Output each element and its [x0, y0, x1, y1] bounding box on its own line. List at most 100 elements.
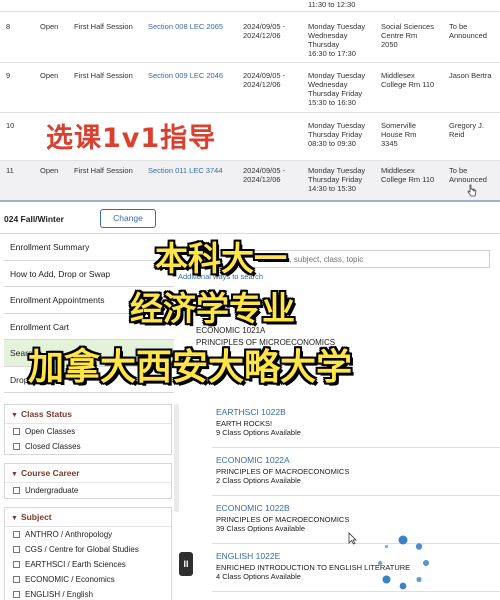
filter-course-career: ▼ Course Career Undergraduate: [4, 463, 172, 499]
list-item[interactable]: ENGLISH 1022E ENRICHED INTRODUCTION TO E…: [212, 544, 500, 592]
caret-down-icon: ▼: [11, 471, 18, 478]
instructor-line: Announced: [449, 31, 487, 40]
filter-option-label: ECONOMIC / Economics: [25, 575, 115, 584]
filter-heading[interactable]: ▼ Course Career: [5, 464, 171, 483]
checkbox-icon[interactable]: [13, 531, 20, 538]
list-item[interactable]: ECONOMIC 1022A PRINCIPLES OF MACROECONOM…: [212, 448, 500, 496]
filter-option-label: Undergraduate: [25, 486, 79, 495]
location-line: Somerville: [381, 121, 417, 130]
instructor-line: Announced: [449, 175, 487, 184]
instructor: Jason Bertra: [449, 71, 492, 80]
filter-option[interactable]: EARTHSCI / Earth Sciences: [5, 557, 171, 572]
filter-class-status: ▼ Class Status Open Classes Closed Classe…: [4, 404, 172, 455]
checkbox-icon[interactable]: [13, 428, 20, 435]
instructor: To be Announced: [449, 22, 487, 40]
days-times: Monday Tuesday Thursday Friday 14:30 to …: [308, 166, 365, 193]
checkbox-icon[interactable]: [13, 443, 20, 450]
filter-heading[interactable]: ▼ Class Status: [5, 405, 171, 424]
date-end: 2024/12/06: [243, 80, 281, 89]
instructor-line: To be: [449, 22, 468, 31]
term-label: 024 Fall/Winter: [4, 214, 64, 224]
checkbox-icon[interactable]: [13, 487, 20, 494]
date-start: 2024/09/05 -: [243, 22, 286, 31]
filter-option-label: CGS / Centre for Global Studies: [25, 545, 139, 554]
filter-option[interactable]: ECONOMIC / Economics: [5, 572, 171, 587]
checkbox-icon[interactable]: [13, 591, 20, 598]
days-line: Monday Tuesday: [308, 166, 366, 175]
days-times: Monday Tuesday Wednesday Thursday Friday…: [308, 71, 365, 107]
section-link[interactable]: Section 009 LEC 2046: [148, 71, 223, 80]
days-line: Monday Tuesday: [308, 22, 366, 31]
filter-option-label: Closed Classes: [25, 442, 81, 451]
days-times: Monday Tuesday Thursday Friday 08:30 to …: [308, 121, 365, 148]
filter-option[interactable]: ANTHRO / Anthropology: [5, 527, 171, 542]
row-number: 9: [6, 71, 11, 80]
change-term-button[interactable]: Change: [100, 209, 156, 228]
filter-option[interactable]: Open Classes: [5, 424, 171, 439]
checkbox-icon[interactable]: [13, 546, 20, 553]
instructor: To be Announced: [449, 166, 487, 184]
location: Somerville House Rm 3345: [381, 121, 416, 148]
time-line: 16:30 to 17:30: [308, 49, 356, 58]
row-number: 11: [6, 166, 14, 175]
days-line: Thursday: [308, 40, 340, 49]
filter-heading-label: Class Status: [20, 409, 72, 419]
collapse-handle-icon[interactable]: II: [179, 552, 193, 576]
checkbox-icon[interactable]: [13, 561, 20, 568]
filter-scrollbar[interactable]: [174, 404, 179, 512]
loading-spinner-icon: [377, 535, 429, 590]
days-line: Thursday Friday: [308, 89, 363, 98]
filter-heading[interactable]: ▼ Subject: [5, 508, 171, 527]
table-row: 11 Open First Half Session Section 011 L…: [0, 161, 500, 200]
course-title: EARTH ROCKS!: [216, 419, 273, 428]
location-line: College Rm 110: [381, 80, 435, 89]
location: Social Sciences Centre Rm 2050: [381, 22, 434, 49]
caption-university: 加拿大西安大略大学: [28, 347, 353, 388]
instructor-line: Gregory J.: [449, 121, 485, 130]
location: Middlesex College Rm 110: [381, 71, 434, 89]
location-line: 2050: [381, 40, 398, 49]
list-item[interactable]: EARTHSCI 1022B EARTH ROCKS! 9 Class Opti…: [212, 400, 500, 448]
section-link[interactable]: Section 008 LEC 2065: [148, 22, 223, 31]
instructor-line: Jason Bertra: [449, 71, 492, 80]
location-line: Middlesex: [381, 166, 415, 175]
date-end: 2024/12/06: [243, 31, 281, 40]
row-divider: [0, 11, 500, 12]
caption-one-on-one-guidance: 选课1v1指导: [40, 116, 223, 155]
sidebar-item-enrollment-summary[interactable]: Enrollment Summary: [4, 234, 174, 261]
filter-option[interactable]: CGS / Centre for Global Studies: [5, 542, 171, 557]
course-title: PRINCIPLES OF MACROECONOMICS: [216, 467, 350, 476]
filter-option[interactable]: ENGLISH / English: [5, 587, 171, 600]
days-line: Thursday Friday: [308, 175, 363, 184]
time-line: 08:30 to 09:30: [308, 139, 356, 148]
caption-economics-major: 经济学专业: [130, 289, 295, 328]
time-line: 15:30 to 16:30: [308, 98, 356, 107]
instructor: Gregory J. Reid: [449, 121, 484, 139]
course-code-link[interactable]: ECONOMIC 1022A: [216, 455, 496, 465]
row-number: 10: [6, 121, 15, 130]
section-link[interactable]: Section 011 LEC 3744: [148, 166, 223, 175]
days-line: Monday Tuesday: [308, 121, 366, 130]
row-divider: [0, 62, 500, 63]
course-code-link[interactable]: ENGLISH 1022E: [216, 551, 496, 561]
days-line: 11:30 to 12:30: [308, 0, 356, 9]
location: Middlesex College Rm 110: [381, 166, 434, 184]
filter-sidebar: ▼ Class Status Open Classes Closed Classe…: [4, 404, 172, 600]
instructor-line: Reid: [449, 130, 465, 139]
days-line: Wednesday: [308, 80, 348, 89]
row-number: 8: [6, 22, 11, 31]
caret-down-icon: ▼: [11, 515, 18, 522]
filter-heading-label: Course Career: [20, 468, 80, 478]
checkbox-icon[interactable]: [13, 576, 20, 583]
course-code-link[interactable]: EARTHSCI 1022B: [216, 407, 496, 417]
filter-option[interactable]: Closed Classes: [5, 439, 171, 454]
date-start: 2024/09/05 -: [243, 166, 286, 175]
course-title: PRINCIPLES OF MACROECONOMICS: [216, 515, 350, 524]
location-line: Middlesex: [381, 71, 415, 80]
filter-option[interactable]: Undergraduate: [5, 483, 171, 498]
days-times: Monday Tuesday Wednesday Thursday 16:30 …: [308, 22, 365, 58]
status-text: Open: [40, 71, 59, 80]
location-line: Centre Rm: [381, 31, 418, 40]
course-code-link[interactable]: ECONOMIC 1022B: [216, 503, 496, 513]
results-list: EARTHSCI 1022B EARTH ROCKS! 9 Class Opti…: [212, 400, 500, 592]
